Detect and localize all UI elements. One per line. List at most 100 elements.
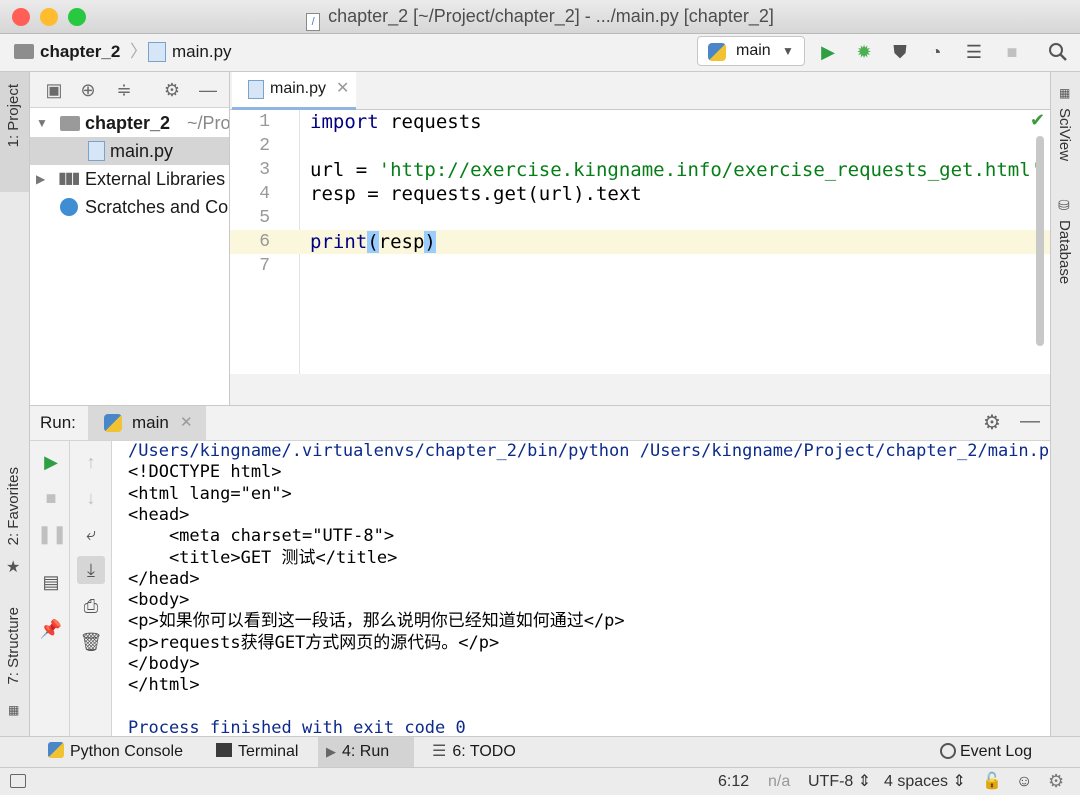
tree-item-scratches[interactable]: Scratches and Consoles (30, 193, 229, 221)
tree-item-root[interactable]: ▼ chapter_2 ~/Project/chapter_2 (30, 109, 229, 137)
code-text: resp (378, 231, 425, 253)
terminal-icon (216, 743, 232, 757)
tool-tab-database[interactable]: Database (1056, 220, 1073, 284)
editor-tab-main-py[interactable]: main.py ✕ (232, 72, 356, 110)
inspector-face-icon[interactable]: ☺ (1016, 768, 1032, 795)
tree-file-name: main.py (110, 141, 174, 161)
bracket-highlight: ) (424, 231, 436, 253)
console-line: <html lang="en"> (128, 483, 292, 504)
pin-icon[interactable]: 📌 (37, 615, 65, 643)
stop-icon[interactable]: ■ (37, 484, 65, 512)
toggle-tool-windows-icon[interactable] (10, 774, 26, 788)
view-mode-icon[interactable]: ▣ (42, 78, 66, 102)
pause-icon[interactable]: ❚❚ (37, 520, 67, 548)
line-number: 2 (259, 136, 270, 156)
tool-tab-sciview[interactable]: SciView (1056, 108, 1073, 161)
background-tasks-gear-icon[interactable]: ⚙ (1048, 768, 1064, 795)
soft-wrap-icon[interactable]: ⤶ (77, 520, 105, 548)
tool-tab-favorites-label: 2: Favorites (5, 467, 22, 546)
close-tab-icon[interactable]: ✕ (336, 72, 349, 106)
run-tab-label: main (132, 413, 169, 432)
bottom-tool-tabs: Python Console Terminal ▶ 4: Run ☰ 6: TODO… (0, 736, 1080, 768)
tool-tab-project[interactable]: 1: Project (0, 72, 29, 192)
console-line: </body> (128, 654, 200, 674)
breadcrumb-project[interactable]: chapter_2 (40, 41, 120, 63)
tool-tab-label: Python Console (70, 743, 183, 760)
file-encoding[interactable]: UTF-8 ⇕ (808, 768, 871, 795)
close-tab-icon[interactable]: ✕ (180, 406, 193, 440)
tool-tab-structure[interactable]: 7: Structure ▦ (0, 607, 29, 722)
concurrency-diagram-icon[interactable]: ☰ (962, 40, 986, 64)
console-line: </head> (128, 568, 200, 589)
close-window-button[interactable] (12, 8, 30, 26)
run-tab-main[interactable]: main ✕ (88, 406, 206, 440)
scratches-clock-icon (60, 198, 78, 216)
star-icon: ★ (6, 559, 21, 576)
string-literal: 'http://exercise.kingname.info/exercise_… (378, 159, 1043, 181)
console-line: <!DOCTYPE html> (128, 462, 282, 483)
tool-tab-label: 4: Run (342, 743, 390, 760)
stop-icon[interactable]: ■ (1000, 40, 1024, 64)
bracket-highlight: ( (367, 231, 379, 253)
tool-tab-structure-label: 7: Structure (5, 607, 22, 685)
tree-item-main-py[interactable]: main.py (30, 137, 229, 165)
gear-icon[interactable]: ⚙ (983, 410, 1001, 435)
minimize-window-button[interactable] (40, 8, 58, 26)
inspection-ok-icon[interactable]: ✔ (1030, 110, 1045, 131)
line-number: 1 (259, 112, 270, 132)
project-toolbar: ▣ ⊕ ≑ ⚙ — (30, 72, 229, 108)
tree-item-external-libraries[interactable]: ▶ ▮▮▮ External Libraries (30, 165, 229, 193)
code-text: requests (378, 111, 482, 133)
database-icon: ⛁ (1058, 197, 1070, 213)
console-line: <p>如果你可以看到这一段话，那么说明你已经知道如何通过</p> (128, 611, 625, 632)
console-line: <head> (128, 504, 190, 525)
tool-tab-todo[interactable]: ☰ 6: TODO (424, 737, 524, 768)
editor-gutter: 1 2 3 4 5 6 7 (230, 110, 300, 374)
caret-position[interactable]: 6:12 (718, 768, 749, 795)
tool-tab-python-console[interactable]: Python Console (40, 737, 191, 768)
tree-root-name: chapter_2 (85, 113, 171, 133)
trash-icon[interactable]: 🗑 (77, 628, 105, 656)
code-editor[interactable]: import requests url = 'http://exercise.k… (300, 110, 1050, 374)
down-arrow-icon[interactable]: ↓ (77, 484, 105, 512)
search-everywhere-icon[interactable] (1046, 40, 1070, 64)
collapse-all-icon[interactable]: ≑ (112, 78, 136, 102)
up-arrow-icon[interactable]: ↑ (77, 448, 105, 476)
restore-layout-icon[interactable]: ▤ (37, 568, 65, 596)
breadcrumb-file[interactable]: main.py (172, 41, 232, 63)
run-toolbar-secondary: ↑ ↓ ⤶ ⤓ ⎙ 🗑 (70, 441, 112, 736)
profile-icon[interactable]: ◔ (924, 40, 948, 64)
run-with-coverage-icon[interactable]: ⛊ (888, 40, 912, 64)
gear-icon[interactable]: ⚙ (160, 78, 184, 102)
tool-tab-favorites[interactable]: 2: Favorites ★ (0, 467, 29, 582)
python-icon (104, 414, 122, 432)
debug-bug-icon[interactable]: ✹ (852, 40, 876, 64)
tool-tab-run[interactable]: ▶ 4: Run (318, 737, 414, 768)
navigation-bar: chapter_2 〉 main.py (0, 34, 1080, 72)
tool-tab-label: Event Log (960, 743, 1033, 760)
line-number: 3 (259, 160, 270, 180)
tool-tab-terminal[interactable]: Terminal (208, 737, 306, 768)
scroll-to-end-icon[interactable]: ⤓ (77, 556, 105, 584)
folder-icon (60, 116, 80, 131)
run-configuration-select[interactable]: main ▼ (697, 36, 805, 66)
editor-scrollbar[interactable] (1036, 136, 1044, 346)
run-icon[interactable]: ▶ (816, 40, 840, 64)
status-na: n/a (768, 773, 791, 790)
code-line-1: import requests (310, 110, 482, 134)
keyword: import (310, 111, 379, 133)
tool-tab-event-log[interactable]: Event Log (932, 737, 1040, 768)
indent-setting[interactable]: 4 spaces ⇕ (884, 768, 966, 795)
zoom-window-button[interactable] (68, 8, 86, 26)
locate-icon[interactable]: ⊕ (76, 78, 100, 102)
lock-icon[interactable]: 🔓 (982, 768, 1002, 795)
rerun-icon[interactable]: ▶ (37, 448, 65, 476)
run-toolbar-primary: ▶ ■ ❚❚ ▤ 📌 (30, 441, 70, 736)
chevron-down-icon: ▼ (36, 116, 48, 130)
hide-icon[interactable]: — (1020, 410, 1040, 433)
print-icon[interactable]: ⎙ (77, 592, 105, 620)
python-icon (708, 43, 726, 61)
run-console-output[interactable]: /Users/kingname/.virtualenvs/chapter_2/b… (112, 441, 1050, 736)
tree-scratches-label: Scratches and Consoles (85, 197, 229, 217)
hide-icon[interactable]: — (196, 78, 220, 102)
